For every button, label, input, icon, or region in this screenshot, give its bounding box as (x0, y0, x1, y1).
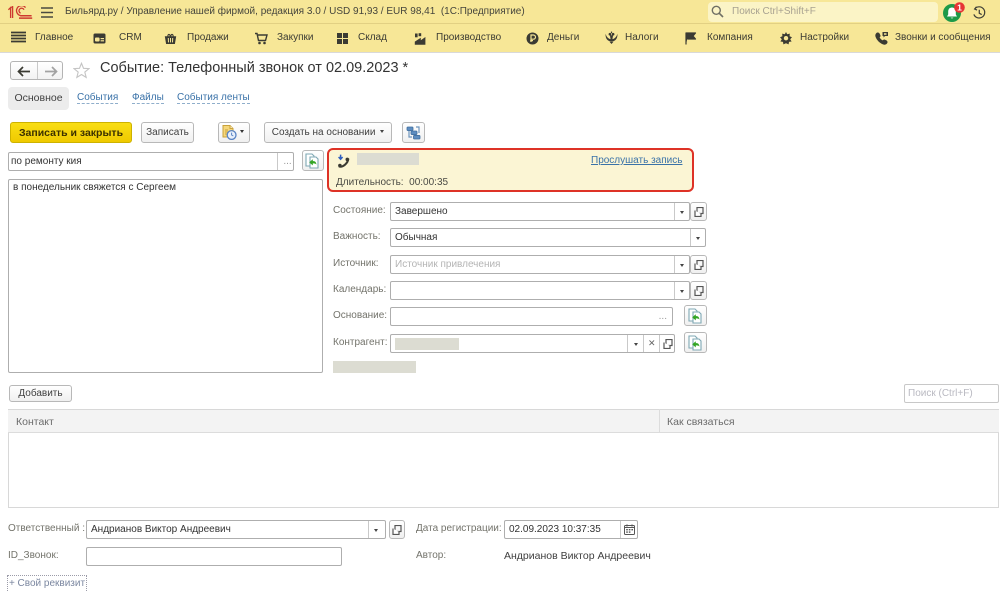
svg-text:1: 1 (957, 3, 962, 13)
